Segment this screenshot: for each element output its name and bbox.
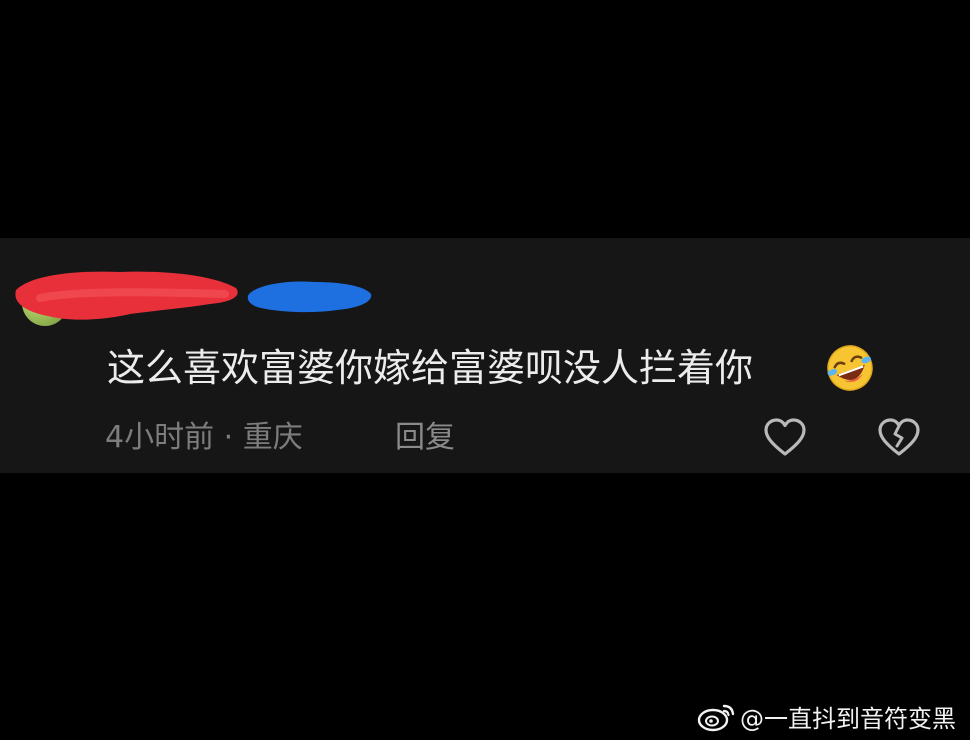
comment-meta: 4小时前 · 重庆 (105, 420, 303, 455)
broken-heart-icon[interactable] (876, 416, 922, 460)
watermark: @一直抖到音符变黑 (696, 699, 956, 733)
heart-outline-icon[interactable] (762, 416, 808, 460)
rolling-on-floor-laughing-emoji (827, 345, 873, 391)
comment-text: 这么喜欢富婆你嫁给富婆呗没人拦着你 (107, 346, 754, 390)
screenshot-canvas: 这么喜欢富婆你嫁给富婆呗没人拦着你 4小时前 · 重庆 回复 @一直抖到音符变黑 (0, 0, 970, 740)
weibo-logo-icon (697, 704, 735, 732)
watermark-text: @一直抖到音符变黑 (740, 704, 956, 733)
username-redaction-red (15, 271, 238, 320)
reply-button[interactable]: 回复 (395, 418, 455, 458)
username-redaction-blue (247, 281, 372, 313)
